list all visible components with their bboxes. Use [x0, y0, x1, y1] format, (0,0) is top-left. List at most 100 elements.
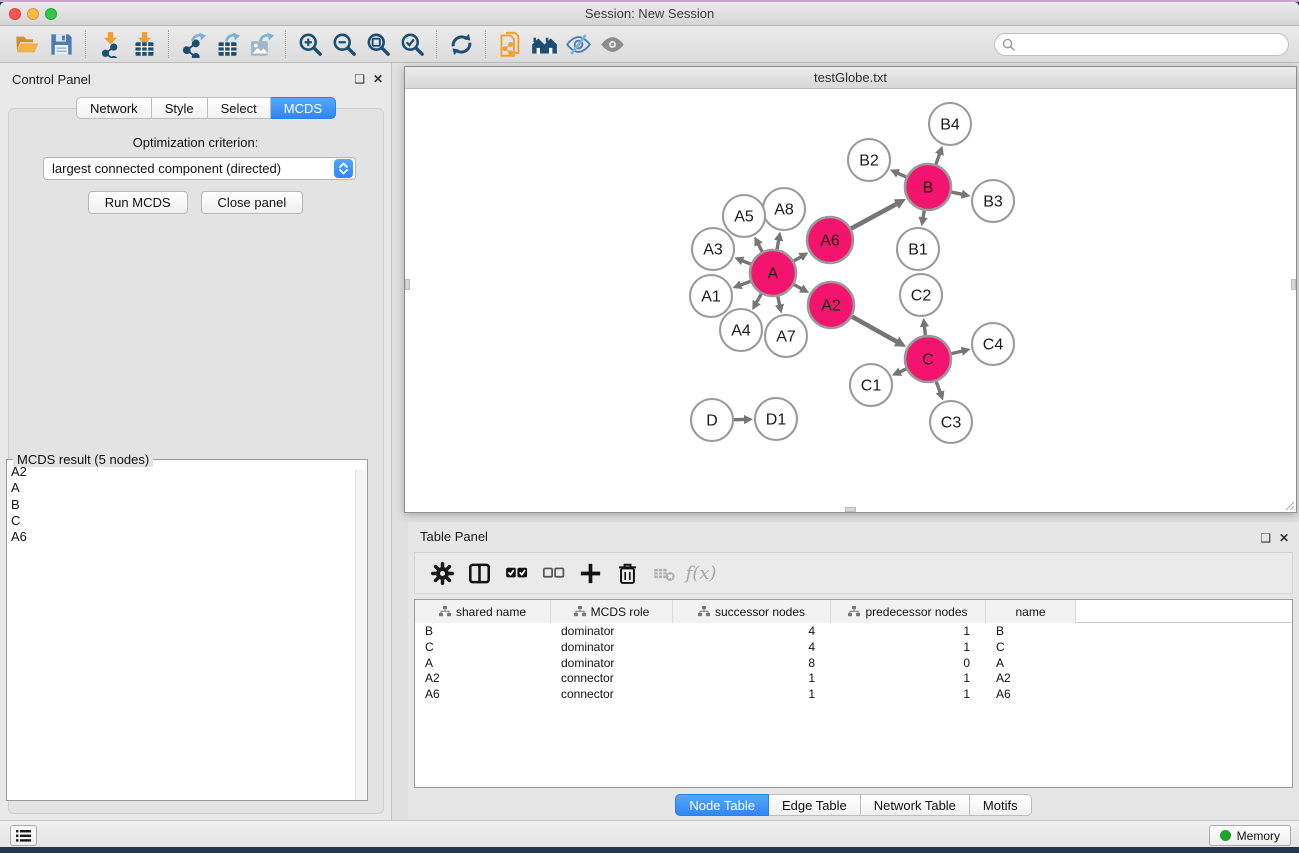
column-header-predecessor-nodes[interactable]: predecessor nodes [831, 600, 986, 623]
columns-icon [468, 562, 491, 585]
table-header-row: shared name MCDS role successor nodes pr… [415, 600, 1292, 623]
task-history-button[interactable] [10, 825, 37, 846]
edge-A-A4[interactable] [756, 294, 761, 303]
table-row[interactable]: Cdominator41C [415, 639, 1292, 655]
mcds-result-item[interactable]: B [11, 497, 27, 513]
run-mcds-button[interactable]: Run MCDS [88, 191, 188, 214]
apply-layout-button[interactable] [527, 29, 561, 59]
table-row[interactable]: Bdominator41B [415, 623, 1292, 639]
edge-A-A8[interactable] [777, 240, 779, 250]
tab-node-table[interactable]: Node Table [675, 794, 769, 816]
memory-button[interactable]: Memory [1209, 825, 1291, 846]
graph-node-label: B1 [908, 242, 928, 259]
resize-handle-left[interactable] [405, 279, 410, 290]
mcds-result-box: MCDS result (5 nodes) A2ABCA6 [6, 459, 368, 801]
window-title: Session: New Session [0, 6, 1299, 21]
delete-row-button[interactable] [612, 558, 642, 588]
tab-mcds[interactable]: MCDS [271, 97, 336, 119]
table-cell: A2 [986, 670, 1076, 686]
delete-row-icon [616, 562, 639, 585]
toolbar-separator [168, 30, 169, 58]
tab-network[interactable]: Network [76, 97, 152, 119]
select-all-button[interactable] [501, 558, 531, 588]
zoom-selected-button[interactable] [395, 29, 429, 59]
edge-B-B4[interactable] [936, 153, 940, 164]
table-cell: 1 [673, 686, 831, 702]
graph-node-label: B3 [983, 194, 1003, 211]
edge-B-B3[interactable] [951, 192, 962, 194]
resize-handle-bottom[interactable] [845, 507, 856, 512]
resize-handle-right[interactable] [1291, 279, 1296, 290]
network-window-titlebar[interactable]: testGlobe.txt [405, 67, 1296, 89]
table-cell: 0 [831, 655, 986, 671]
table-row[interactable]: A6connector11A6 [415, 686, 1292, 702]
table-panel: Table Panel ❑ ✕ f(x) shared name MCDS ro… [408, 522, 1299, 820]
export-network-button[interactable] [176, 29, 210, 59]
network-from-file-button[interactable] [493, 29, 527, 59]
refresh-button[interactable] [444, 29, 478, 59]
mcds-result-item[interactable]: A2 [11, 464, 27, 480]
edge-A-A6[interactable] [794, 257, 802, 261]
tab-motifs[interactable]: Motifs [970, 794, 1032, 816]
columns-button[interactable] [464, 558, 494, 588]
edge-B-B2[interactable] [897, 173, 906, 177]
list-icon [15, 829, 32, 843]
close-panel-icon[interactable]: ✕ [373, 72, 383, 86]
edge-A-A7[interactable] [778, 297, 780, 306]
edge-B-B1[interactable] [923, 211, 924, 219]
edge-A2-C[interactable] [852, 317, 897, 342]
mcds-result-item[interactable]: A [11, 480, 27, 496]
edge-C-C3[interactable] [936, 382, 940, 393]
zoom-fit-button[interactable] [361, 29, 395, 59]
graph-node-label: D [706, 413, 718, 430]
column-header-successor-nodes[interactable]: successor nodes [673, 600, 831, 623]
column-header-MCDS-role[interactable]: MCDS role [551, 600, 673, 623]
network-from-file-icon [497, 31, 524, 58]
tab-select[interactable]: Select [208, 97, 271, 119]
zoom-out-button[interactable] [327, 29, 361, 59]
edge-A-A5[interactable] [758, 244, 762, 252]
mcds-result-item[interactable]: A6 [11, 529, 27, 545]
edge-A-A2[interactable] [794, 285, 802, 289]
import-network-button[interactable] [93, 29, 127, 59]
toolbar-separator [485, 30, 486, 58]
float-panel-icon[interactable]: ❑ [354, 72, 365, 86]
table-cell: A [986, 655, 1076, 671]
resize-grip-icon[interactable] [1283, 499, 1295, 511]
open-file-button[interactable] [10, 29, 44, 59]
edge-C-C1[interactable] [899, 369, 906, 372]
table-row[interactable]: Adominator80A [415, 655, 1292, 671]
column-header-shared-name[interactable]: shared name [415, 600, 551, 623]
table-cell: 4 [673, 639, 831, 655]
settings-button[interactable] [427, 558, 457, 588]
column-header-name[interactable]: name [986, 600, 1076, 623]
hide-selected-button[interactable] [561, 29, 595, 59]
search-input[interactable] [1015, 35, 1288, 54]
close-panel-button[interactable]: Close panel [201, 191, 304, 214]
show-all-icon [599, 31, 626, 58]
save-session-button[interactable] [44, 29, 78, 59]
show-all-button[interactable] [595, 29, 629, 59]
tab-network-table[interactable]: Network Table [861, 794, 970, 816]
edge-A6-B[interactable] [851, 204, 897, 229]
add-row-button[interactable] [575, 558, 605, 588]
mcds-scrollbar[interactable] [355, 470, 366, 800]
tab-edge-table[interactable]: Edge Table [769, 794, 861, 816]
close-panel-icon[interactable]: ✕ [1279, 531, 1289, 545]
float-panel-icon[interactable]: ❑ [1260, 531, 1271, 545]
zoom-in-button[interactable] [293, 29, 327, 59]
edge-A-A3[interactable] [742, 261, 751, 265]
tab-style[interactable]: Style [152, 97, 208, 119]
mcds-result-item[interactable]: C [11, 513, 27, 529]
deselect-all-button[interactable] [538, 558, 568, 588]
table-row[interactable]: A2connector11A2 [415, 670, 1292, 686]
edge-C-C4[interactable] [951, 351, 962, 354]
export-network-icon [180, 31, 207, 58]
edge-A-A1[interactable] [740, 281, 750, 285]
criterion-select[interactable]: largest connected component (directed) [43, 157, 356, 180]
export-image-button[interactable] [244, 29, 278, 59]
import-table-button[interactable] [127, 29, 161, 59]
export-table-button[interactable] [210, 29, 244, 59]
network-canvas[interactable]: B4B2BB3A8A5A6B1A3AA1C2A2A4A7C4CC1C3DD1 [405, 89, 1296, 512]
edge-C-C2[interactable] [924, 326, 925, 335]
